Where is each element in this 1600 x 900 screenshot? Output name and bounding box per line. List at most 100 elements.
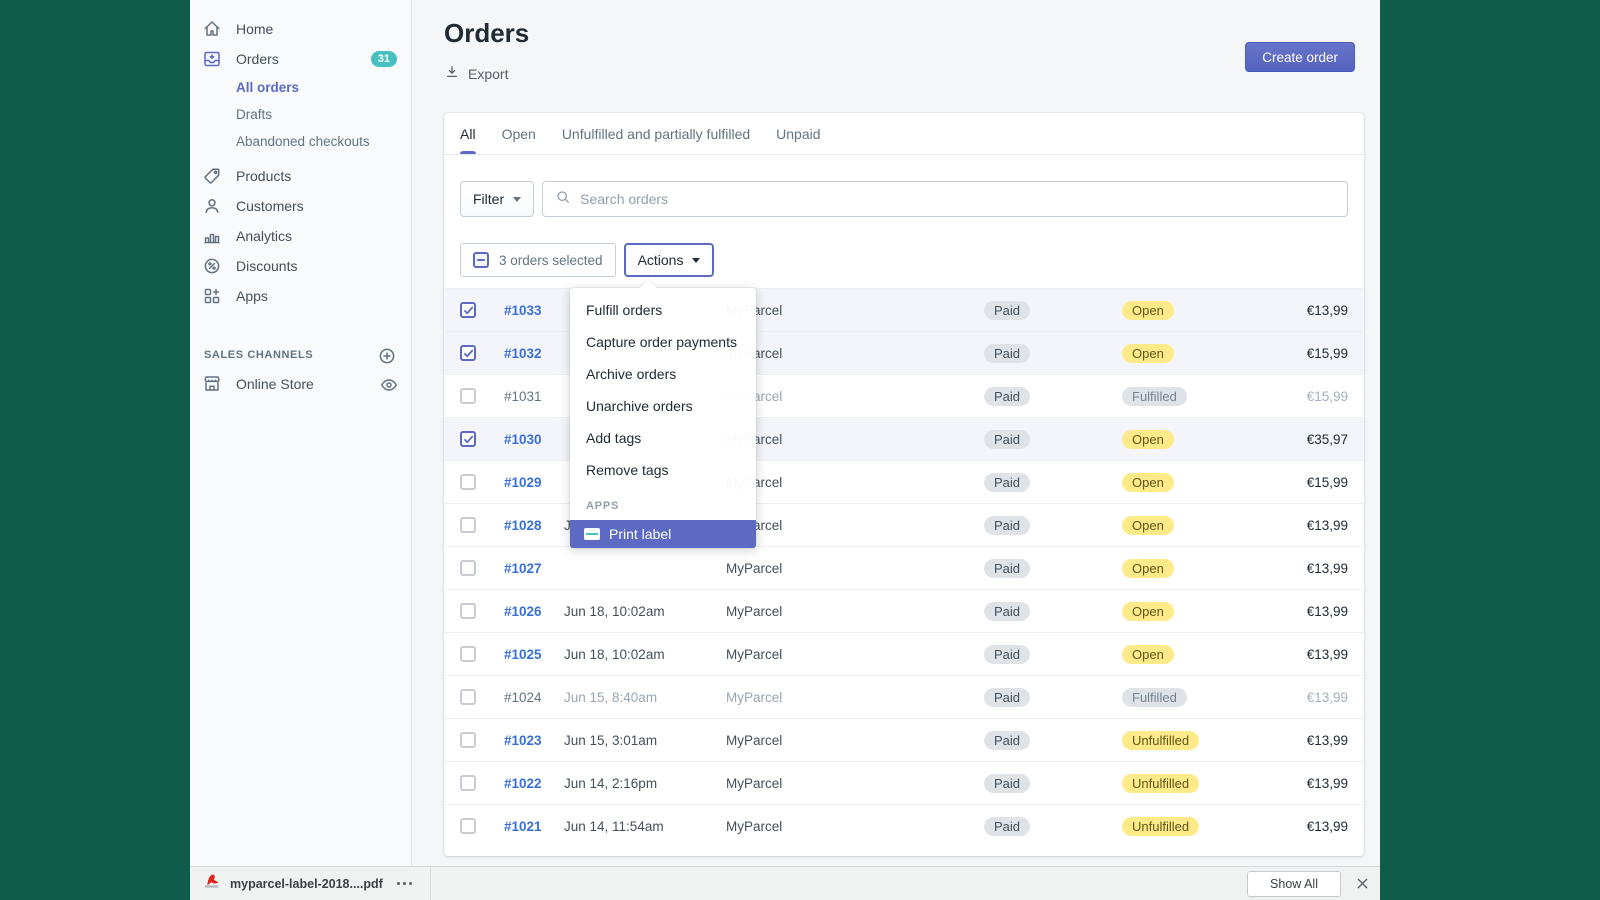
search-input[interactable]	[580, 191, 1335, 207]
plus-circle-icon[interactable]	[377, 346, 395, 364]
search-orders-field[interactable]	[542, 181, 1348, 217]
order-carrier: MyParcel	[726, 475, 984, 490]
row-checkbox[interactable]	[460, 775, 476, 791]
filter-button[interactable]: Filter	[460, 181, 535, 217]
more-options-icon[interactable]	[393, 878, 416, 889]
payment-status-badge: Paid	[984, 687, 1031, 707]
row-checkbox[interactable]	[460, 603, 476, 619]
order-row[interactable]: #1024 Jun 15, 8:40am MyParcel Paid Fulfi…	[444, 675, 1364, 718]
order-total: €13,99	[1306, 603, 1348, 619]
payment-status-badge: Paid	[984, 644, 1031, 664]
tab-all[interactable]: All	[460, 113, 476, 154]
order-total: €13,99	[1306, 302, 1348, 318]
tab-unpaid[interactable]: Unpaid	[776, 113, 820, 154]
order-number-link[interactable]: #1021	[504, 819, 564, 834]
order-total: €15,99	[1306, 345, 1348, 361]
download-item[interactable]: myparcel-label-2018....pdf	[204, 867, 431, 900]
order-date: Jun 18, 10:02am	[564, 603, 665, 619]
downloads-bar-right: Show All	[1247, 870, 1370, 897]
row-checkbox[interactable]	[460, 431, 476, 447]
page-title: Orders	[444, 18, 530, 48]
order-total: €15,99	[1306, 474, 1348, 490]
actions-button[interactable]: Actions	[623, 243, 715, 277]
order-row[interactable]: #1026 Jun 18, 10:02am MyParcel Paid Open…	[444, 589, 1364, 632]
sidebar-item-analytics[interactable]: Analytics	[190, 221, 411, 251]
row-checkbox[interactable]	[460, 388, 476, 404]
order-total: €35,97	[1306, 431, 1348, 447]
tab-unfulfilled-and-partially-fulfilled[interactable]: Unfulfilled and partially fulfilled	[562, 113, 750, 154]
order-number-link[interactable]: #1033	[504, 303, 564, 318]
fulfillment-status-badge: Open	[1122, 601, 1174, 621]
sales-channels-section: SALES CHANNELS	[190, 341, 411, 369]
order-number-link[interactable]: #1032	[504, 346, 564, 361]
order-row[interactable]: #1023 Jun 15, 3:01am MyParcel Paid Unful…	[444, 718, 1364, 761]
menu-item-print-label[interactable]: Print label	[570, 520, 756, 548]
chevron-down-icon	[513, 196, 522, 202]
row-checkbox[interactable]	[460, 302, 476, 318]
sidebar-item-products[interactable]: Products	[190, 161, 411, 191]
order-number-link[interactable]: #1022	[504, 776, 564, 791]
row-checkbox[interactable]	[460, 732, 476, 748]
sidebar-item-online-store[interactable]: Online Store	[190, 369, 411, 399]
order-carrier: MyParcel	[726, 818, 783, 834]
fulfillment-status-badge: Open	[1122, 429, 1174, 449]
row-checkbox[interactable]	[460, 474, 476, 490]
order-row[interactable]: #1022 Jun 14, 2:16pm MyParcel Paid Unful…	[444, 761, 1364, 804]
row-checkbox[interactable]	[460, 818, 476, 834]
payment-status-badge: Paid	[984, 472, 1031, 492]
export-button[interactable]: Export	[444, 64, 508, 83]
bulk-selection-row: 3 orders selected Actions	[444, 243, 1364, 277]
sidebar-item-apps[interactable]: Apps	[190, 281, 411, 311]
fulfillment-status-badge: Open	[1122, 300, 1174, 320]
sidebar-item-discounts[interactable]: Discounts	[190, 251, 411, 281]
order-number-link[interactable]: #1029	[504, 475, 564, 490]
order-row[interactable]: #1027 MyParcel Paid Open €13,99	[444, 546, 1364, 589]
close-downloads-icon[interactable]	[1355, 876, 1370, 891]
row-checkbox[interactable]	[460, 689, 476, 705]
menu-item-remove-tags[interactable]: Remove tags	[570, 454, 756, 486]
order-date: Jun 14, 11:54am	[564, 818, 664, 834]
row-checkbox[interactable]	[460, 560, 476, 576]
store-icon	[202, 374, 222, 394]
selected-count-control[interactable]: 3 orders selected	[460, 243, 616, 277]
fulfillment-status-badge: Fulfilled	[1122, 687, 1187, 707]
eye-icon[interactable]	[379, 375, 397, 393]
sidebar-item-orders[interactable]: Orders 31	[190, 44, 411, 74]
order-carrier: MyParcel	[726, 603, 783, 619]
order-total: €13,99	[1306, 689, 1348, 705]
create-order-button[interactable]: Create order	[1245, 42, 1355, 72]
menu-item-add-tags[interactable]: Add tags	[570, 422, 756, 454]
order-number-link[interactable]: #1030	[504, 432, 564, 447]
tab-open[interactable]: Open	[502, 113, 536, 154]
order-number-link[interactable]: #1026	[504, 604, 564, 619]
order-number-link[interactable]: #1028	[504, 518, 564, 533]
sidebar-item-all-orders[interactable]: All orders	[190, 74, 411, 101]
sidebar-item-drafts[interactable]: Drafts	[190, 101, 411, 128]
sidebar-item-abandoned-checkouts[interactable]: Abandoned checkouts	[190, 128, 411, 155]
downloads-bar: myparcel-label-2018....pdf Show All	[190, 866, 1380, 900]
sidebar-item-customers[interactable]: Customers	[190, 191, 411, 221]
order-date: Jun 18, 10:02am	[564, 646, 665, 662]
row-checkbox[interactable]	[460, 345, 476, 361]
order-row[interactable]: #1021 Jun 14, 11:54am MyParcel Paid Unfu…	[444, 804, 1364, 847]
menu-item-archive-orders[interactable]: Archive orders	[570, 358, 756, 390]
order-number-link[interactable]: #1025	[504, 647, 564, 662]
search-icon	[555, 189, 571, 210]
order-number-link[interactable]: #1031	[504, 389, 564, 404]
row-checkbox[interactable]	[460, 646, 476, 662]
order-number-link[interactable]: #1023	[504, 733, 564, 748]
row-checkbox[interactable]	[460, 517, 476, 533]
products-icon	[202, 166, 222, 186]
payment-status-badge: Paid	[984, 601, 1031, 621]
menu-item-unarchive-orders[interactable]: Unarchive orders	[570, 390, 756, 422]
order-row[interactable]: #1025 Jun 18, 10:02am MyParcel Paid Open…	[444, 632, 1364, 675]
sidebar-item-home[interactable]: Home	[190, 14, 411, 44]
order-filter-tabs: All Open Unfulfilled and partially fulfill…	[444, 113, 1364, 155]
show-all-button[interactable]: Show All	[1247, 870, 1341, 897]
order-number-link[interactable]: #1024	[504, 690, 564, 705]
order-total: €13,99	[1306, 775, 1348, 791]
menu-item-capture-order-payments[interactable]: Capture order payments	[570, 326, 756, 358]
select-all-checkbox[interactable]	[473, 252, 489, 268]
menu-item-fulfill-orders[interactable]: Fulfill orders	[570, 294, 756, 326]
order-number-link[interactable]: #1027	[504, 561, 564, 576]
